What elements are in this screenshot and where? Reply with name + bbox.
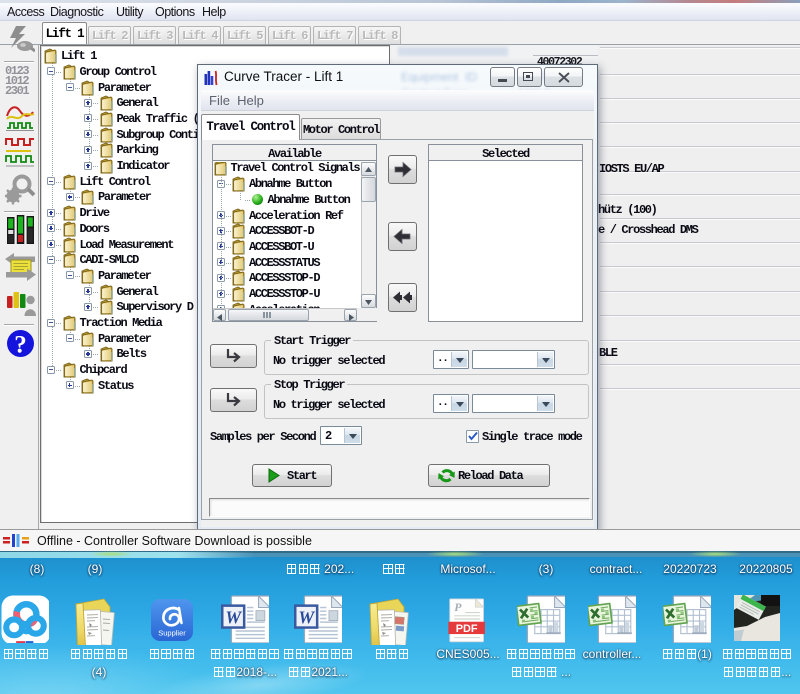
svg-text:P: P: [454, 600, 462, 614]
svg-text:?: ?: [14, 332, 27, 359]
svg-text:Supplier: Supplier: [158, 629, 186, 638]
svg-text:W: W: [298, 608, 315, 628]
svg-text:W: W: [225, 608, 242, 628]
svg-text:PDF: PDF: [456, 623, 478, 635]
